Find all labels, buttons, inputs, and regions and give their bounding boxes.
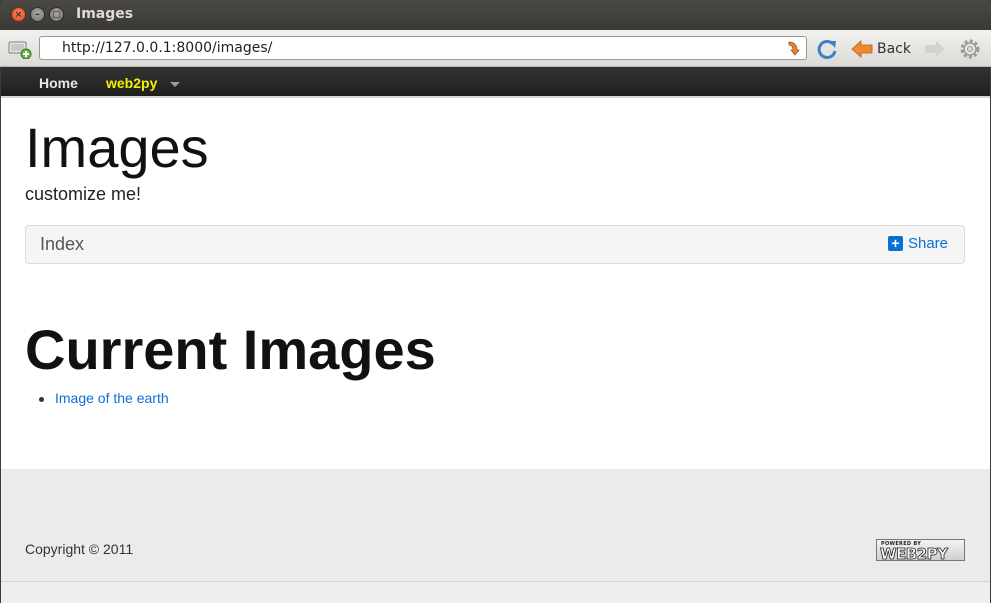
breadcrumb: Index + Share xyxy=(25,225,965,264)
window-maximize-button[interactable]: □ xyxy=(49,7,64,22)
list-item: Image of the earth xyxy=(39,390,169,406)
share-label: Share xyxy=(907,235,948,252)
image-list: Image of the earth xyxy=(39,390,169,406)
window-minimize-button[interactable]: – xyxy=(30,7,45,22)
share-plus-icon: + xyxy=(887,236,903,251)
back-button-label: Back xyxy=(877,41,911,57)
badge-main-text: WEB2PY xyxy=(880,545,949,564)
browser-toolbar: http://127.0.0.1:8000/images/ Back xyxy=(0,30,991,67)
address-bar-url: http://127.0.0.1:8000/images/ xyxy=(62,40,273,56)
nav-home-link[interactable]: Home xyxy=(39,75,78,91)
add-bookmark-icon[interactable] xyxy=(8,39,32,59)
address-bar[interactable]: http://127.0.0.1:8000/images/ xyxy=(39,36,807,60)
nav-brand-link[interactable]: web2py xyxy=(106,75,157,91)
page-subtitle: customize me! xyxy=(25,184,142,204)
breadcrumb-index: Index xyxy=(40,234,85,254)
back-arrow-icon xyxy=(851,40,873,58)
copyright-text: Copyright © 2011 xyxy=(25,541,134,557)
powered-by-badge[interactable]: POWERED BY WEB2PY xyxy=(876,539,965,564)
back-button[interactable]: Back xyxy=(851,37,911,61)
go-arrow-icon[interactable] xyxy=(786,40,801,56)
reload-icon[interactable] xyxy=(816,38,838,60)
window-titlebar: × – □ Images xyxy=(0,0,991,30)
page-footer: Copyright © 2011 POWERED BY WEB2PY xyxy=(1,469,990,581)
share-button[interactable]: + Share xyxy=(887,235,948,252)
page-content: Images customize me! Index + Share Curre… xyxy=(1,98,990,469)
page-title: Images xyxy=(25,116,209,179)
caret-down-icon[interactable] xyxy=(170,82,180,87)
gear-icon[interactable] xyxy=(958,37,982,61)
window-title: Images xyxy=(76,6,134,22)
window-close-button[interactable]: × xyxy=(11,7,26,22)
forward-arrow-icon[interactable] xyxy=(924,38,946,60)
section-heading: Current Images xyxy=(25,318,436,381)
site-navbar: Home web2py xyxy=(0,67,991,98)
image-link[interactable]: Image of the earth xyxy=(55,390,169,406)
browser-statusbar xyxy=(1,581,990,603)
